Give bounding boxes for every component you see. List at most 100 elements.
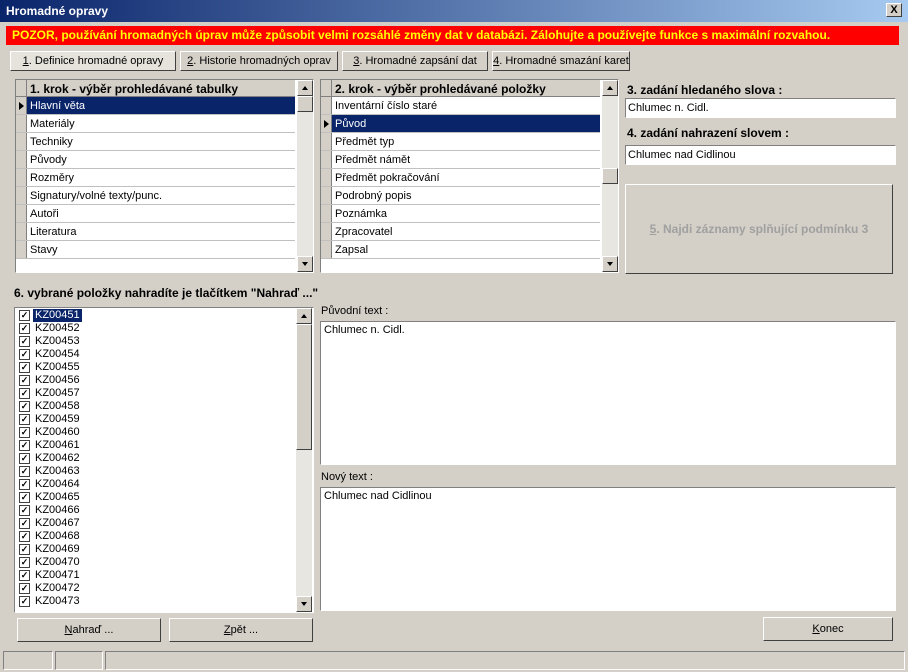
checkbox-icon[interactable]: ✓ [19, 323, 30, 334]
field-grid-row[interactable]: Poznámka [321, 205, 600, 223]
result-item[interactable]: ✓ KZ00467 [16, 517, 294, 530]
checkbox-icon[interactable]: ✓ [19, 414, 30, 425]
table-grid-row[interactable]: Původy [16, 151, 295, 169]
scroll-up-icon[interactable] [296, 308, 312, 324]
table-grid-row[interactable]: Materiály [16, 115, 295, 133]
checkbox-icon[interactable]: ✓ [19, 583, 30, 594]
checkbox-icon[interactable]: ✓ [19, 544, 30, 555]
search-input[interactable]: Chlumec n. Cidl. [625, 98, 896, 118]
checkbox-icon[interactable]: ✓ [19, 557, 30, 568]
new-text-area[interactable]: Chlumec nad Cidlinou [320, 487, 896, 611]
table-grid-row[interactable]: Signatury/volné texty/punc. [16, 187, 295, 205]
find-records-button[interactable]: 5. Najdi záznamy splňující podmínku 3 [625, 184, 893, 274]
checkbox-icon[interactable]: ✓ [19, 375, 30, 386]
field-grid-row[interactable]: Původ [321, 115, 600, 133]
table-grid-row[interactable]: Techniky [16, 133, 295, 151]
back-button[interactable]: Zpět ... [169, 618, 313, 642]
result-item[interactable]: ✓ KZ00456 [16, 374, 294, 387]
result-item-code: KZ00467 [35, 517, 80, 529]
checkbox-icon[interactable]: ✓ [19, 362, 30, 373]
scroll-up-icon[interactable] [297, 80, 313, 96]
scroll-down-icon[interactable] [297, 256, 313, 272]
table-grid-row[interactable]: Literatura [16, 223, 295, 241]
end-button[interactable]: Konec [763, 617, 893, 641]
checkbox-icon[interactable]: ✓ [19, 531, 30, 542]
tab-historie[interactable]: 2. Historie hromadných oprav [180, 51, 338, 71]
scroll-thumb[interactable] [297, 96, 313, 112]
result-item[interactable]: ✓ KZ00457 [16, 387, 294, 400]
checkbox-icon[interactable]: ✓ [19, 453, 30, 464]
checkbox-icon[interactable]: ✓ [19, 596, 30, 607]
scroll-thumb[interactable] [602, 168, 618, 184]
result-item[interactable]: ✓ KZ00462 [16, 452, 294, 465]
result-item[interactable]: ✓ KZ00453 [16, 335, 294, 348]
checkbox-icon[interactable]: ✓ [19, 440, 30, 451]
tab-definice[interactable]: 1. Definice hromadné opravy [10, 51, 176, 71]
field-grid-row[interactable]: Předmět námět [321, 151, 600, 169]
replace-label: 4. zadání nahrazení slovem : [627, 126, 790, 140]
table-grid-row[interactable]: Autoři [16, 205, 295, 223]
result-item[interactable]: ✓ KZ00451 [16, 309, 294, 322]
result-item[interactable]: ✓ KZ00472 [16, 582, 294, 595]
checkbox-icon[interactable]: ✓ [19, 349, 30, 360]
result-item[interactable]: ✓ KZ00470 [16, 556, 294, 569]
checkbox-icon[interactable]: ✓ [19, 570, 30, 581]
checkbox-icon[interactable]: ✓ [19, 310, 30, 321]
result-item[interactable]: ✓ KZ00459 [16, 413, 294, 426]
field-grid-row[interactable]: Předmět pokračování [321, 169, 600, 187]
scroll-up-icon[interactable] [602, 80, 618, 96]
field-grid-row[interactable]: Podrobný popis [321, 187, 600, 205]
replace-button[interactable]: Nahraď ... [17, 618, 161, 642]
result-item[interactable]: ✓ KZ00452 [16, 322, 294, 335]
result-item[interactable]: ✓ KZ00465 [16, 491, 294, 504]
scroll-thumb[interactable] [296, 324, 312, 450]
checkbox-icon[interactable]: ✓ [19, 479, 30, 490]
checkbox-icon[interactable]: ✓ [19, 505, 30, 516]
result-item[interactable]: ✓ KZ00455 [16, 361, 294, 374]
table-grid-row[interactable]: Rozměry [16, 169, 295, 187]
result-item[interactable]: ✓ KZ00463 [16, 465, 294, 478]
table-grid-row[interactable]: Hlavní věta [16, 97, 295, 115]
scroll-down-icon[interactable] [296, 596, 312, 612]
field-grid-row[interactable]: Inventární číslo staré [321, 97, 600, 115]
field-grid-row[interactable]: Zapsal [321, 241, 600, 259]
title-bar: Hromadné opravy X [0, 0, 908, 22]
table-grid-row-label: Signatury/volné texty/punc. [30, 190, 163, 202]
result-item[interactable]: ✓ KZ00471 [16, 569, 294, 582]
tab-smazani[interactable]: 4. Hromadné smazání karet [492, 51, 630, 71]
result-item[interactable]: ✓ KZ00460 [16, 426, 294, 439]
table-grid-scrollbar[interactable] [297, 80, 313, 272]
row-pointer-icon [19, 102, 24, 110]
field-grid-scrollbar[interactable] [602, 80, 618, 272]
field-grid-row[interactable]: Zpracovatel [321, 223, 600, 241]
field-grid-row-label: Předmět pokračování [335, 172, 440, 184]
field-grid[interactable]: 2. krok - výběr prohledávané položky Inv… [320, 79, 619, 273]
checkbox-icon[interactable]: ✓ [19, 388, 30, 399]
checkbox-icon[interactable]: ✓ [19, 466, 30, 477]
result-item-code: KZ00454 [35, 348, 80, 360]
checkbox-icon[interactable]: ✓ [19, 427, 30, 438]
result-item[interactable]: ✓ KZ00468 [16, 530, 294, 543]
checkbox-icon[interactable]: ✓ [19, 336, 30, 347]
result-item[interactable]: ✓ KZ00464 [16, 478, 294, 491]
replace-input[interactable]: Chlumec nad Cidlinou [625, 145, 896, 165]
result-item[interactable]: ✓ KZ00473 [16, 595, 294, 608]
checkbox-icon[interactable]: ✓ [19, 401, 30, 412]
scroll-down-icon[interactable] [602, 256, 618, 272]
tab-zapsani[interactable]: 3. Hromadné zapsání dat [342, 51, 488, 71]
results-scrollbar[interactable] [296, 308, 312, 612]
result-item[interactable]: ✓ KZ00454 [16, 348, 294, 361]
table-grid[interactable]: 1. krok - výběr prohledávané tabulky Hla… [15, 79, 314, 273]
result-item[interactable]: ✓ KZ00466 [16, 504, 294, 517]
checkbox-icon[interactable]: ✓ [19, 518, 30, 529]
close-icon[interactable]: X [886, 3, 902, 17]
result-item[interactable]: ✓ KZ00458 [16, 400, 294, 413]
results-list[interactable]: ✓ KZ00451 ✓ KZ00452 ✓ KZ00453 ✓ KZ00454 ✓ KZ00455… [14, 307, 314, 613]
table-grid-row[interactable]: Stavy [16, 241, 295, 259]
original-text-area[interactable]: Chlumec n. Cidl. [320, 321, 896, 465]
result-item[interactable]: ✓ KZ00461 [16, 439, 294, 452]
result-item[interactable]: ✓ KZ00469 [16, 543, 294, 556]
checkbox-icon[interactable]: ✓ [19, 492, 30, 503]
field-grid-row[interactable]: Předmět typ [321, 133, 600, 151]
result-item-code: KZ00458 [35, 400, 80, 412]
